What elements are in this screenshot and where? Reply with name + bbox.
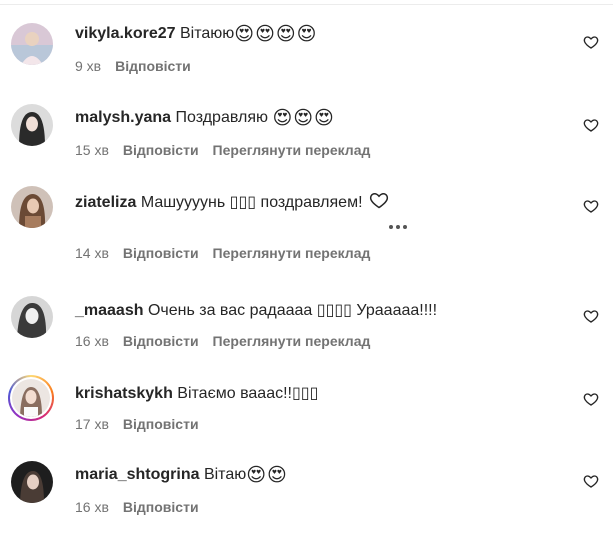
top-divider xyxy=(0,4,613,5)
comment-text: Машуууунь ▯▯▯ поздравляем! xyxy=(140,194,363,211)
emoji-text: 😍😍😍 xyxy=(272,107,335,129)
heart-outline-icon xyxy=(369,192,388,209)
avatar[interactable] xyxy=(11,23,53,65)
avatar[interactable] xyxy=(11,296,53,338)
heart-outline-icon[interactable] xyxy=(583,198,599,214)
comment-text: Вітаю xyxy=(203,466,247,483)
heart-outline-icon[interactable] xyxy=(583,117,599,133)
comment-meta: 9 хв Відповісти xyxy=(75,57,205,75)
avatar-with-story-ring[interactable] xyxy=(8,375,54,421)
comment-line: malysh.yana Поздравляю 😍😍😍 xyxy=(75,108,335,128)
username-link[interactable]: _maaash xyxy=(75,302,144,319)
heart-outline-icon[interactable] xyxy=(583,391,599,407)
username-link[interactable]: maria_shtogrina xyxy=(75,466,199,483)
comment-line: ziateliza Машуууунь ▯▯▯ поздравляем! xyxy=(75,190,389,213)
comment-meta: 17 хв Відповісти xyxy=(75,415,213,433)
avatar[interactable] xyxy=(11,461,53,503)
comment-meta: 14 хв Відповісти Переглянути переклад xyxy=(75,244,384,262)
more-options-icon[interactable] xyxy=(387,221,409,233)
comment-text: Очень за вас радаааа ▯▯▯▯ Урааааа!!!! xyxy=(147,302,438,319)
comment-text: Поздравляю xyxy=(175,109,273,126)
comment-time: 16 хв xyxy=(75,333,109,349)
comment-time: 15 хв xyxy=(75,142,109,158)
comment-line: krishatskykh Вітаємо вааас!!▯▯▯ xyxy=(75,384,318,404)
heart-outline-icon[interactable] xyxy=(583,34,599,50)
comment-time: 14 хв xyxy=(75,245,109,261)
comment-meta: 16 хв Відповісти xyxy=(75,498,213,516)
see-translation-button[interactable]: Переглянути переклад xyxy=(213,333,371,349)
comment-text: Вітаємо вааас!!▯▯▯ xyxy=(177,385,319,402)
reply-button[interactable]: Відповісти xyxy=(123,499,199,515)
avatar[interactable] xyxy=(11,104,53,146)
comment-text: Вітаюю xyxy=(179,25,235,42)
reply-button[interactable]: Відповісти xyxy=(123,142,199,158)
comment-line: vikyla.kore27 Вітаюю😍😍😍😍 xyxy=(75,24,318,44)
heart-outline-icon[interactable] xyxy=(583,308,599,324)
comment-meta: 15 хв Відповісти Переглянути переклад xyxy=(75,141,384,159)
reply-button[interactable]: Відповісти xyxy=(123,333,199,349)
reply-button[interactable]: Відповісти xyxy=(115,58,191,74)
comment-meta: 16 хв Відповісти Переглянути переклад xyxy=(75,332,384,350)
heart-outline-icon[interactable] xyxy=(583,473,599,489)
comment-time: 16 хв xyxy=(75,499,109,515)
comment-line: _maaash Очень за вас радаааа ▯▯▯▯ Ураааа… xyxy=(75,301,437,321)
see-translation-button[interactable]: Переглянути переклад xyxy=(213,142,371,158)
username-link[interactable]: ziateliza xyxy=(75,194,136,211)
emoji-text: 😍😍 xyxy=(246,464,288,486)
reply-button[interactable]: Відповісти xyxy=(123,245,199,261)
see-translation-button[interactable]: Переглянути переклад xyxy=(213,245,371,261)
reply-button[interactable]: Відповісти xyxy=(123,416,199,432)
username-link[interactable]: malysh.yana xyxy=(75,109,171,126)
comment-line: maria_shtogrina Вітаю😍😍 xyxy=(75,465,288,485)
emoji-text: 😍😍😍😍 xyxy=(234,23,318,45)
avatar[interactable] xyxy=(11,186,53,228)
comment-time: 9 хв xyxy=(75,58,102,74)
comment-time: 17 хв xyxy=(75,416,109,432)
username-link[interactable]: krishatskykh xyxy=(75,385,173,402)
username-link[interactable]: vikyla.kore27 xyxy=(75,25,176,42)
